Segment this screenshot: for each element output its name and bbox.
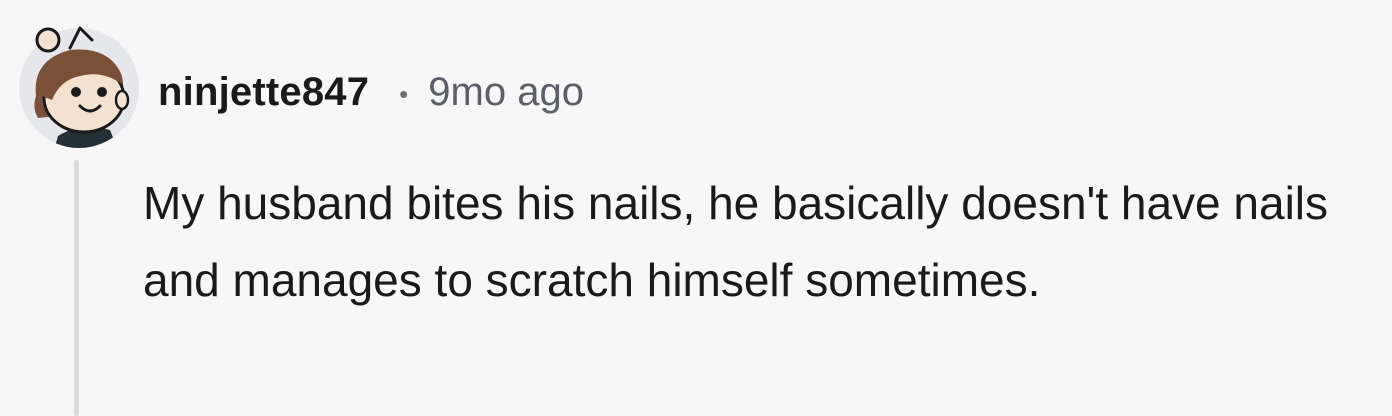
comment-body: My husband bites his nails, he basically… [143, 165, 1383, 319]
separator-dot: • [399, 78, 409, 109]
username-link[interactable]: ninjette847 [158, 70, 369, 115]
thread-line[interactable] [74, 160, 79, 416]
comment-text: My husband bites his nails, he basically… [143, 177, 1329, 306]
avatar[interactable] [18, 26, 140, 150]
timestamp[interactable]: 9mo ago [428, 70, 584, 115]
comment: ninjette847 • 9mo ago My husband bites h… [0, 0, 1392, 416]
comment-header: ninjette847 • 9mo ago [158, 62, 584, 122]
snoo-avatar-icon [19, 26, 139, 148]
